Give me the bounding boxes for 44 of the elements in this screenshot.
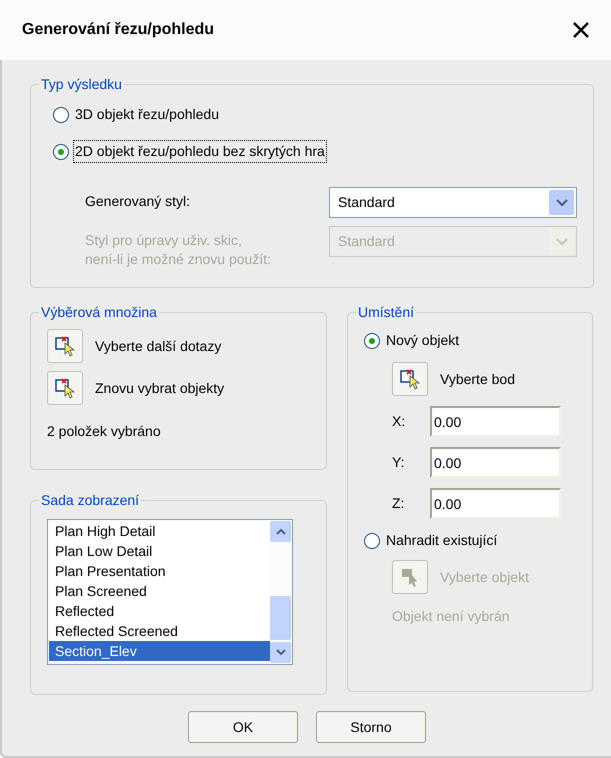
coordinate-label: Z: bbox=[392, 494, 406, 513]
list-item[interactable]: Section_Elev bbox=[49, 641, 270, 661]
list-item[interactable]: Plan High Detail bbox=[49, 521, 270, 541]
coordinate-field[interactable]: 0.00 bbox=[430, 447, 561, 478]
selection-status: Objekt není vybrán bbox=[392, 607, 511, 626]
group-title: Umístění bbox=[357, 303, 416, 322]
scrollbar[interactable] bbox=[270, 521, 291, 663]
pick-label: Vyberte objekt bbox=[440, 568, 529, 587]
coordinate-field[interactable]: 0.00 bbox=[430, 406, 561, 437]
list-item[interactable]: Reflected Screened bbox=[49, 621, 270, 641]
radio-button[interactable]: 3D objekt řezu/pohledu bbox=[53, 103, 577, 126]
pick-label: Vyberte další dotazy bbox=[95, 336, 222, 356]
pick-cursor-icon bbox=[400, 368, 420, 390]
pick-button[interactable] bbox=[392, 362, 428, 396]
pick-label: Vyberte bod bbox=[440, 370, 515, 389]
close-icon bbox=[571, 20, 591, 40]
pick-button[interactable] bbox=[47, 329, 83, 363]
radio-button[interactable]: Nový objekt bbox=[364, 329, 576, 352]
style-dropdown[interactable]: Standard bbox=[329, 187, 577, 218]
coordinate-label: X: bbox=[392, 412, 406, 431]
group-title: Typ výsledku bbox=[40, 75, 123, 94]
list-item[interactable]: Plan Screened bbox=[49, 581, 270, 601]
list-item[interactable]: Reflected bbox=[49, 601, 270, 621]
dialog-button[interactable]: Storno bbox=[316, 711, 426, 743]
coordinate-label: Y: bbox=[392, 453, 406, 472]
list-item[interactable]: Plan Presentation bbox=[49, 561, 270, 581]
group-title: Sada zobrazení bbox=[40, 491, 140, 510]
field-label: Generovaný styl: bbox=[85, 192, 192, 211]
field-label: Styl pro úpravy uživ. skic, není-li je možné znovu použít: bbox=[85, 231, 272, 269]
dialog-button[interactable]: OK bbox=[188, 711, 298, 743]
group-title: Výběrová množina bbox=[40, 303, 158, 322]
pick-label: Znovu vybrat objekty bbox=[95, 378, 224, 398]
coordinate-field[interactable]: 0.00 bbox=[430, 488, 561, 519]
list-item[interactable]: Plan Low Detail bbox=[49, 541, 270, 561]
pick-cursor-icon bbox=[55, 335, 75, 357]
cursor-icon bbox=[401, 567, 419, 587]
scroll-up-icon bbox=[276, 528, 286, 535]
selection-count: 2 položek vybráno bbox=[47, 422, 162, 441]
scroll-down-icon bbox=[276, 649, 286, 656]
window-title: Generování řezu/pohledu bbox=[22, 20, 214, 40]
radio-button[interactable]: Nahradit existující bbox=[364, 529, 576, 552]
radio-button[interactable]: 2D objekt řezu/pohledu bez skrytých hra bbox=[53, 140, 577, 163]
pick-button[interactable] bbox=[47, 371, 83, 405]
pick-cursor-icon bbox=[55, 377, 75, 399]
